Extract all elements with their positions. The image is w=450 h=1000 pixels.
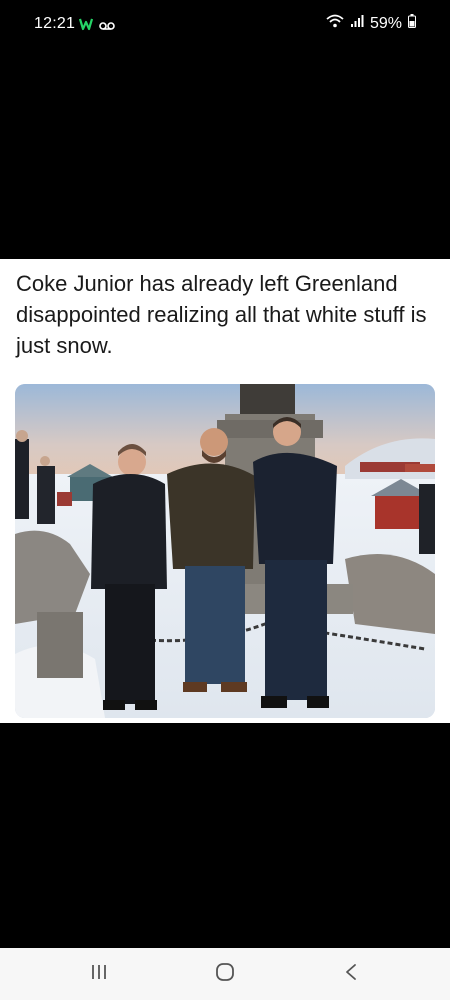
wifi-icon: [326, 14, 344, 33]
phone-screen: 12:21 59% Coke Junior has already left G…: [0, 0, 450, 1000]
battery-icon: [408, 14, 416, 33]
signal-icon: [350, 14, 364, 33]
post-photo[interactable]: [15, 384, 435, 718]
post-caption: Coke Junior has already left Greenland d…: [16, 271, 427, 358]
voicemail-icon: [99, 18, 115, 36]
system-icons: 59%: [326, 14, 416, 33]
whatsapp-icon: [78, 17, 94, 36]
home-icon: [215, 962, 235, 987]
status-bar: 12:21 59%: [0, 0, 450, 50]
post-card: Coke Junior has already left Greenland d…: [0, 259, 450, 723]
navigation-bar: [0, 948, 450, 1000]
battery-level: 59%: [369, 14, 402, 32]
back-chevron-icon: [344, 963, 358, 986]
recent-apps-button[interactable]: [79, 960, 119, 988]
home-button[interactable]: [205, 960, 245, 988]
notification-icons: [78, 17, 115, 36]
recent-apps-icon: [90, 963, 108, 986]
back-button[interactable]: [331, 960, 371, 988]
status-time: 12:21: [34, 15, 76, 32]
